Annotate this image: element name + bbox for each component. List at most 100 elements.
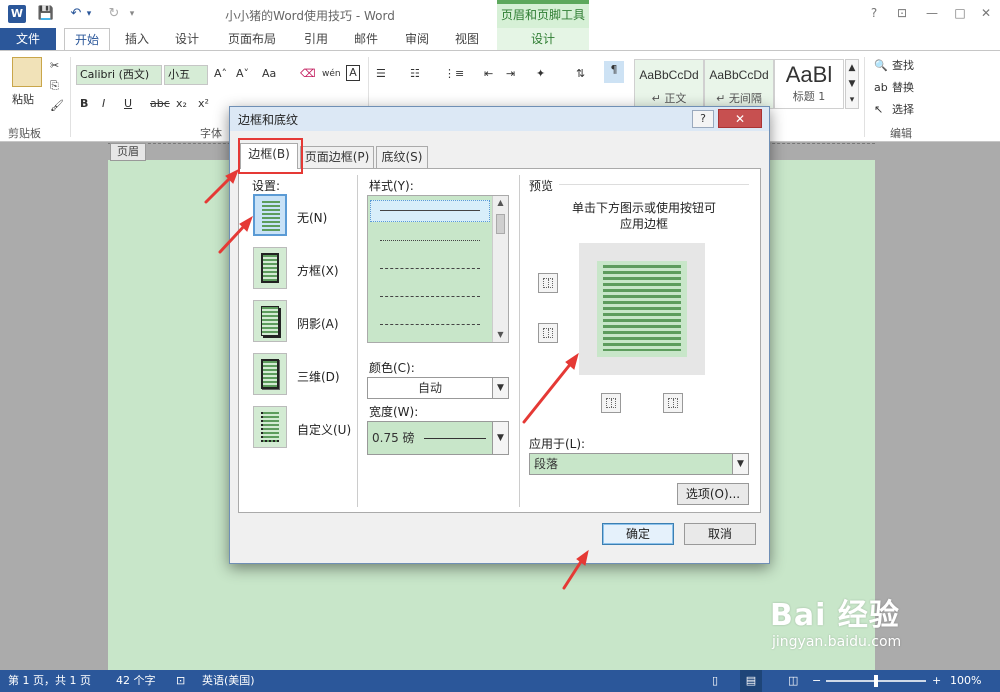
superscript-button[interactable]: x²	[198, 95, 209, 113]
language-indicator[interactable]: 英语(美国)	[202, 670, 255, 692]
decrease-indent-icon[interactable]: ⇤	[484, 65, 493, 83]
maximize-button[interactable]: □	[950, 4, 970, 22]
style-dotted[interactable]	[380, 240, 480, 241]
setting-custom[interactable]: 自定义(U)	[297, 421, 351, 438]
minimize-button[interactable]: —	[922, 4, 942, 22]
apply-to-dropdown[interactable]: 段落 ▼	[529, 453, 749, 475]
tab-shading[interactable]: 底纹(S)	[376, 146, 428, 168]
width-dropdown[interactable]: 0.75 磅 ▼	[367, 421, 509, 455]
top-border-icon[interactable]	[538, 273, 558, 293]
zoom-level[interactable]: 100%	[950, 670, 981, 692]
char-border-icon[interactable]: A	[346, 65, 360, 81]
bullets-icon[interactable]: ☰	[376, 65, 386, 83]
strikethrough-button[interactable]: abc	[150, 95, 170, 113]
bold-button[interactable]: B	[80, 95, 88, 113]
setting-3d-icon[interactable]	[253, 353, 287, 395]
inside-horizontal-border-icon[interactable]	[538, 323, 558, 343]
zoom-in-icon[interactable]: +	[932, 670, 941, 692]
replace-icon[interactable]: ab	[874, 79, 888, 97]
chinese-layout-icon[interactable]: ✦	[536, 65, 545, 83]
print-layout-icon[interactable]: ▤	[740, 670, 762, 692]
selected-style-row[interactable]	[370, 200, 490, 222]
replace-button[interactable]: 替换	[892, 79, 914, 97]
styles-scroll-icon[interactable]: ▲ ▼ ▾	[845, 59, 859, 109]
read-mode-icon[interactable]: ▯	[712, 670, 718, 692]
tab-view[interactable]: 视图	[446, 28, 488, 50]
numbering-icon[interactable]: ☷	[410, 65, 420, 83]
setting-3d[interactable]: 三维(D)	[297, 368, 340, 385]
font-size-combo[interactable]: 小五	[164, 65, 208, 85]
increase-indent-icon[interactable]: ⇥	[506, 65, 515, 83]
multilevel-list-icon[interactable]: ⋮≡	[444, 65, 464, 83]
underline-button[interactable]: U	[124, 95, 132, 113]
page-count[interactable]: 第 1 页，共 1 页	[8, 670, 91, 692]
shrink-font-icon[interactable]: A˅	[236, 65, 249, 83]
setting-box[interactable]: 方框(X)	[297, 262, 339, 279]
setting-shadow[interactable]: 阴影(A)	[297, 315, 339, 332]
select-icon[interactable]: ↖	[874, 101, 883, 119]
clear-format-icon[interactable]: ⌫	[300, 65, 316, 83]
border-style-list[interactable]: ▲ ▼	[367, 195, 509, 343]
tab-review[interactable]: 审阅	[396, 28, 438, 50]
dialog-close-button[interactable]: ✕	[718, 109, 762, 128]
show-marks-icon[interactable]: ¶	[604, 61, 624, 83]
border-preview[interactable]	[579, 243, 705, 375]
find-button[interactable]: 查找	[892, 57, 914, 75]
style-dash-large[interactable]	[380, 296, 480, 297]
style-heading-1[interactable]: AaBl 标题 1	[774, 59, 844, 109]
grow-font-icon[interactable]: A˄	[214, 65, 227, 83]
style-dash-small[interactable]	[380, 268, 480, 269]
tab-header-footer-design[interactable]: 设计	[497, 28, 589, 50]
tab-page-layout[interactable]: 页面布局	[222, 28, 282, 50]
format-painter-icon[interactable]: 🖌	[50, 97, 64, 115]
style-list-scrollbar[interactable]: ▲ ▼	[492, 196, 508, 342]
help-button[interactable]: ?	[864, 4, 884, 22]
paste-icon[interactable]	[12, 57, 42, 87]
setting-custom-icon[interactable]	[253, 406, 287, 448]
select-button[interactable]: 选择	[892, 101, 914, 119]
tab-references[interactable]: 引用	[296, 28, 336, 50]
left-border-icon[interactable]	[601, 393, 621, 413]
close-window-button[interactable]: ✕	[976, 4, 996, 22]
change-case-icon[interactable]: Aa	[262, 65, 276, 83]
tab-design[interactable]: 设计	[166, 28, 208, 50]
scroll-down-icon[interactable]: ▼	[493, 328, 508, 342]
zoom-slider-thumb[interactable]	[874, 675, 878, 687]
sort-icon[interactable]: ⇅	[576, 65, 585, 83]
proofing-icon[interactable]: ⊡	[176, 670, 185, 692]
style-solid[interactable]	[380, 210, 480, 211]
style-normal[interactable]: AaBbCcDd ↵ 正文	[634, 59, 704, 109]
tab-page-border[interactable]: 页面边框(P)	[300, 146, 374, 168]
setting-shadow-icon[interactable]	[253, 300, 287, 342]
scroll-thumb[interactable]	[496, 214, 505, 234]
find-icon[interactable]: 🔍	[874, 57, 888, 75]
tab-insert[interactable]: 插入	[116, 28, 158, 50]
cut-icon[interactable]: ✂	[50, 57, 59, 75]
italic-button[interactable]: I	[102, 95, 105, 113]
color-dropdown[interactable]: 自动 ▼	[367, 377, 509, 399]
copy-icon[interactable]: ⎘	[50, 77, 59, 95]
paste-button[interactable]: 粘贴	[12, 91, 34, 109]
scroll-up-icon[interactable]: ▲	[493, 196, 508, 210]
style-no-spacing[interactable]: AaBbCcDd ↵ 无间隔	[704, 59, 774, 109]
setting-none[interactable]: 无(N)	[297, 209, 327, 226]
phonetic-guide-icon[interactable]: wén	[322, 65, 341, 83]
cancel-button[interactable]: 取消	[684, 523, 756, 545]
options-button[interactable]: 选项(O)...	[677, 483, 749, 505]
tab-file[interactable]: 文件	[0, 28, 56, 50]
ribbon-display-icon[interactable]: ⊡	[892, 4, 912, 22]
tab-mailings[interactable]: 邮件	[346, 28, 386, 50]
dialog-help-button[interactable]: ?	[692, 110, 714, 128]
setting-box-icon[interactable]	[253, 247, 287, 289]
subscript-button[interactable]: x₂	[176, 95, 187, 113]
word-count[interactable]: 42 个字	[116, 670, 156, 692]
dialog-titlebar[interactable]: 边框和底纹 ? ✕	[230, 107, 769, 131]
web-layout-icon[interactable]: ◫	[788, 670, 798, 692]
ok-button[interactable]: 确定	[602, 523, 674, 545]
font-name-combo[interactable]: Calibri (西文)	[76, 65, 162, 85]
zoom-out-icon[interactable]: −	[812, 670, 821, 692]
right-border-icon[interactable]	[663, 393, 683, 413]
style-dash-dot[interactable]	[380, 324, 480, 325]
setting-none-icon[interactable]	[253, 194, 287, 236]
tab-home[interactable]: 开始	[64, 28, 110, 50]
